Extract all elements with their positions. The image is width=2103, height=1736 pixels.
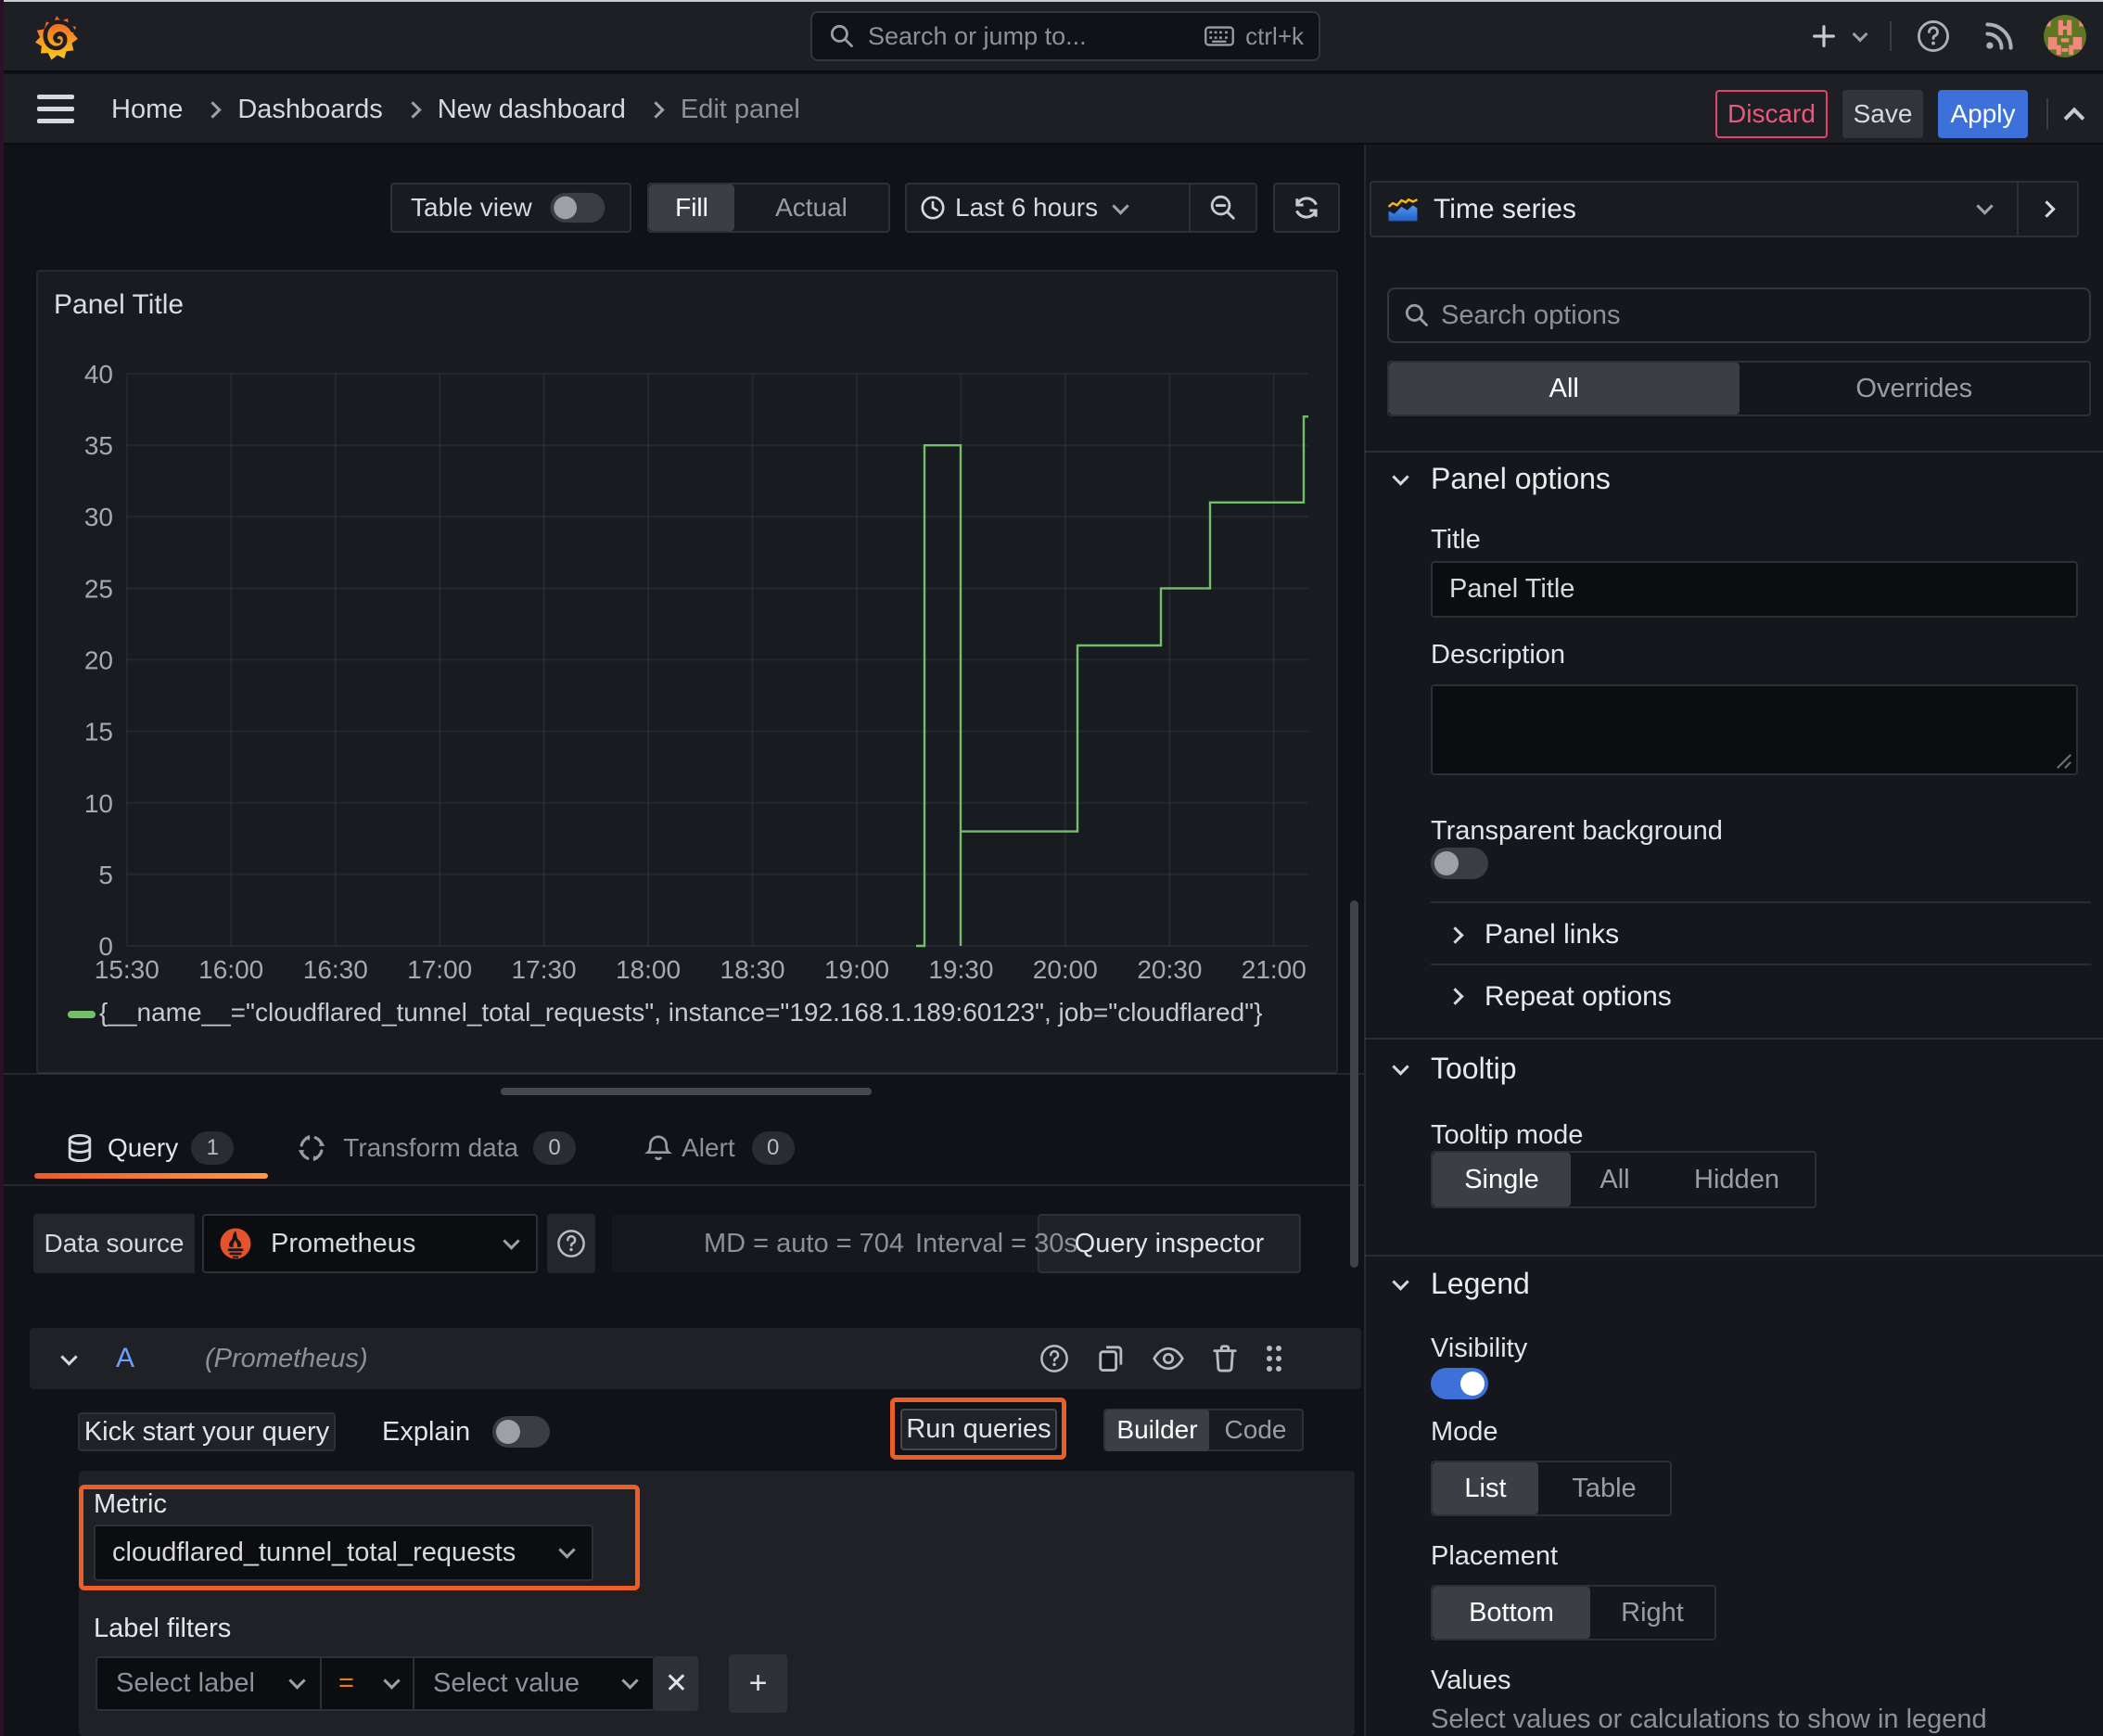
svg-text:16:00: 16:00 bbox=[198, 955, 263, 984]
svg-text:17:30: 17:30 bbox=[512, 955, 577, 984]
svg-text:40: 40 bbox=[84, 360, 113, 389]
svg-text:0: 0 bbox=[98, 932, 113, 961]
svg-text:20:00: 20:00 bbox=[1033, 955, 1098, 984]
svg-text:30: 30 bbox=[84, 503, 113, 531]
svg-text:18:30: 18:30 bbox=[720, 955, 785, 984]
svg-text:17:00: 17:00 bbox=[407, 955, 472, 984]
svg-text:21:00: 21:00 bbox=[1242, 955, 1306, 984]
svg-text:20:30: 20:30 bbox=[1137, 955, 1202, 984]
svg-text:15: 15 bbox=[84, 718, 113, 747]
svg-text:5: 5 bbox=[98, 861, 113, 889]
svg-text:25: 25 bbox=[84, 574, 113, 603]
svg-text:19:00: 19:00 bbox=[824, 955, 889, 984]
svg-text:10: 10 bbox=[84, 789, 113, 818]
svg-text:35: 35 bbox=[84, 431, 113, 460]
svg-text:19:30: 19:30 bbox=[928, 955, 993, 984]
svg-text:20: 20 bbox=[84, 645, 113, 674]
svg-text:18:00: 18:00 bbox=[616, 955, 681, 984]
svg-text:16:30: 16:30 bbox=[303, 955, 368, 984]
